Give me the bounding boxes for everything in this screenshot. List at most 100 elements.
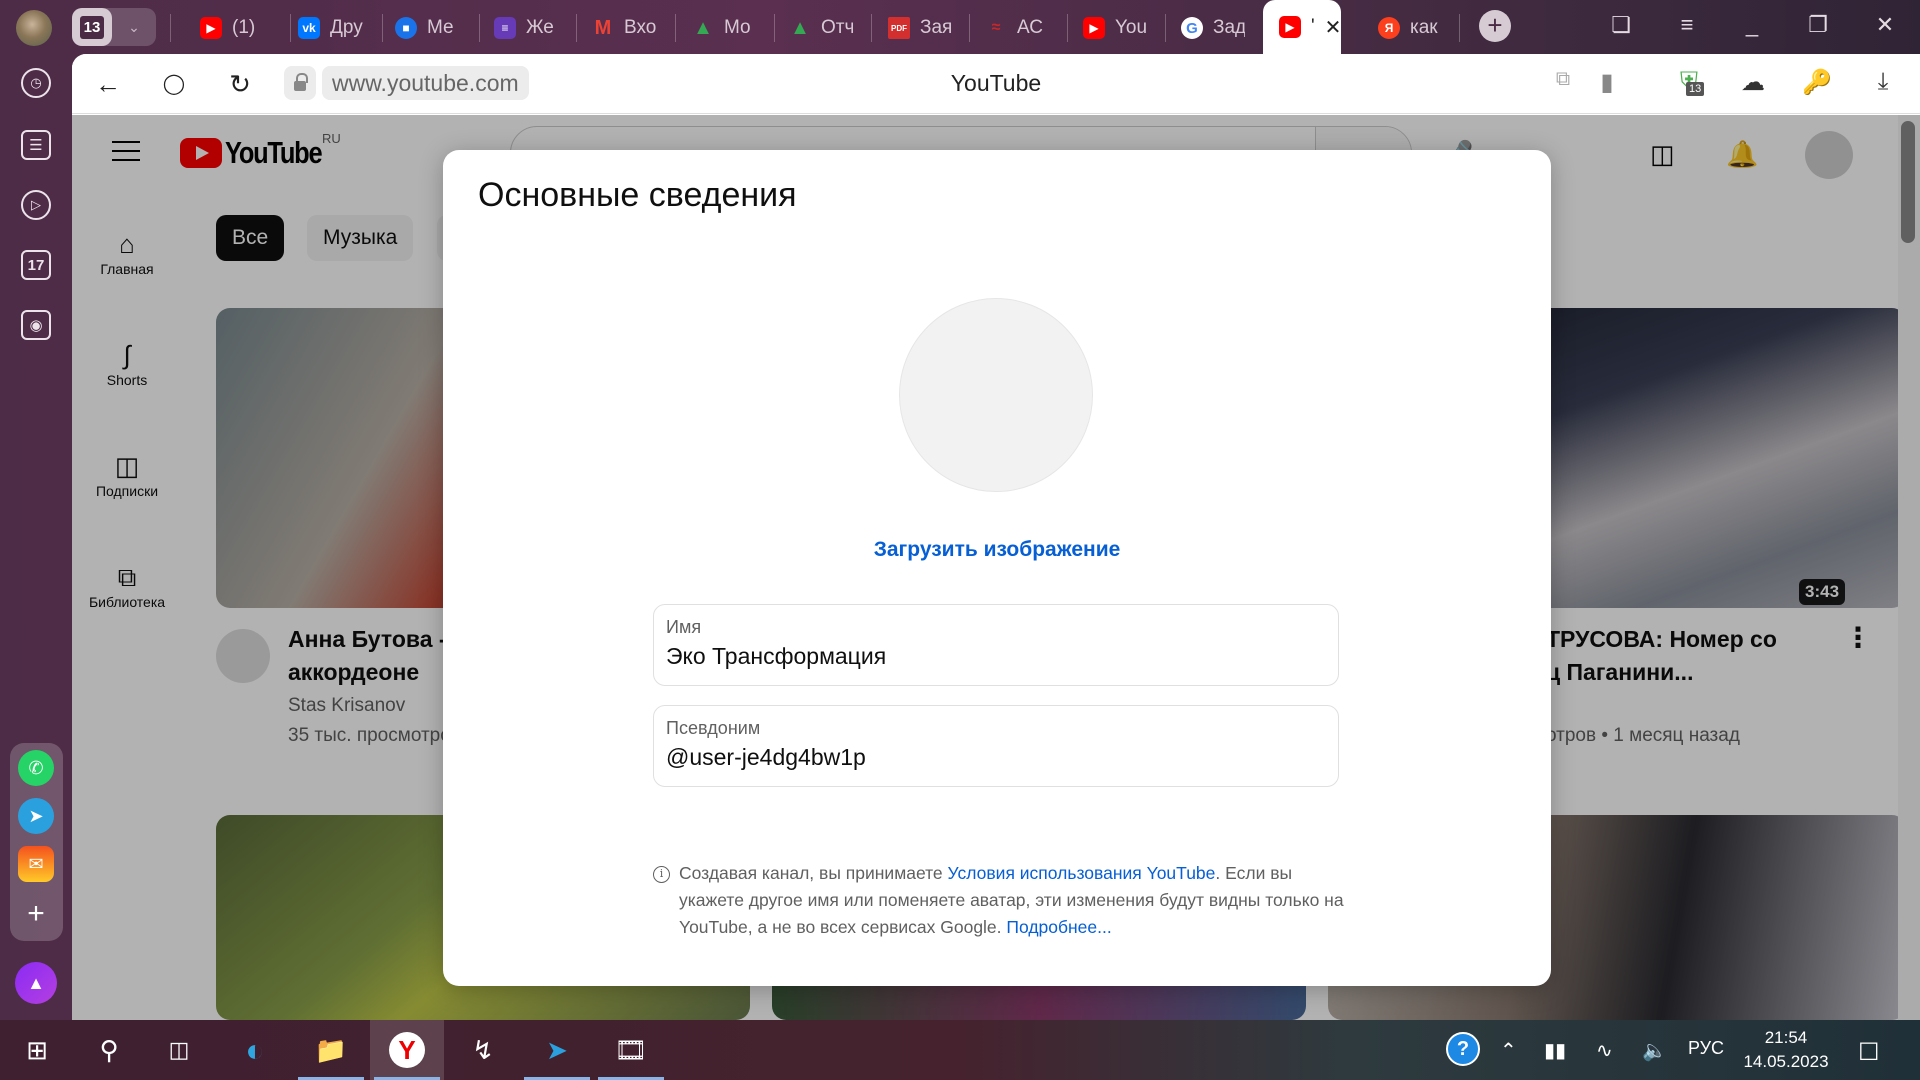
downloads-icon[interactable]: ⤓ — [1866, 68, 1900, 96]
protect-shield-icon[interactable]: ⛨13 — [1672, 68, 1706, 96]
close-tab-icon[interactable]: ✕ — [1325, 15, 1341, 40]
name-field[interactable]: Имя — [653, 604, 1339, 686]
back-button[interactable]: ← — [92, 68, 124, 100]
browser-sidebar: ◷ ☰ ▷ 17 ◉ ✆ ➤ ✉ + ▲ ••• — [0, 54, 72, 1044]
clock-date: 14.05.2023 — [1743, 1052, 1829, 1071]
tab-label: You — [1115, 17, 1147, 38]
cloud-download-icon[interactable]: ☁ — [1736, 68, 1770, 97]
yandex-browser-taskbar-icon[interactable]: Y — [370, 1020, 444, 1080]
channel-setup-dialog: Основные сведения Загрузить изображение … — [443, 150, 1551, 986]
whatsapp-icon[interactable]: ✆ — [18, 750, 54, 786]
terms-text: Создавая канал, вы принимаете — [679, 863, 948, 883]
close-window-button[interactable]: ✕ — [1870, 12, 1900, 38]
browser-window: ← ◯ ↻ www.youtube.com YouTube ⧉ ▮ ⛨13 ☁ … — [72, 54, 1920, 1020]
screenshot-icon[interactable]: ◉ — [21, 310, 51, 340]
wifi-icon[interactable]: ∿ — [1596, 1038, 1613, 1063]
tab-forms[interactable]: ≡ Же — [494, 10, 558, 46]
forms-icon: ≡ — [494, 17, 516, 39]
youtube-icon: ▶ — [1279, 16, 1301, 38]
tab-gmail[interactable]: M Вхо — [592, 10, 658, 46]
tab-youtube-1[interactable]: ▶ (1) — [200, 10, 290, 46]
tab-label: АС — [1017, 17, 1043, 38]
start-button[interactable]: ⊞ — [0, 1020, 74, 1080]
calendar-icon[interactable]: 17 — [21, 250, 51, 280]
edge-icon[interactable]: ◐ — [218, 1020, 292, 1080]
tab-separator — [576, 14, 577, 42]
tab-count: 13 — [79, 15, 105, 39]
tab-google[interactable]: G Зад — [1181, 10, 1245, 46]
url-field[interactable]: www.youtube.com — [322, 66, 529, 100]
vk-icon: vk — [298, 17, 320, 39]
tab-label: Мо — [724, 17, 751, 38]
upload-image-button[interactable]: Загрузить изображение — [443, 538, 1551, 562]
youtube-icon: ▶ — [200, 17, 222, 39]
tab-separator — [290, 14, 291, 42]
name-label: Имя — [666, 617, 702, 637]
tab-pdf[interactable]: PDF Зая — [888, 10, 952, 46]
profile-avatar[interactable] — [16, 10, 52, 46]
learn-more-link[interactable]: Подробнее... — [1006, 917, 1111, 937]
google-drive-icon: ▲ — [693, 16, 713, 39]
password-manager-icon[interactable]: 🔑 — [1800, 68, 1834, 97]
clock[interactable]: 21:54 14.05.2023 — [1742, 1026, 1830, 1074]
tab-drive-1[interactable]: ▲ Мо — [692, 10, 756, 46]
tab-vk[interactable]: vk Дру — [298, 10, 364, 46]
tab-yandex[interactable]: Я как — [1378, 10, 1448, 46]
handle-field[interactable]: Псевдоним — [653, 705, 1339, 787]
app-lightning-icon[interactable]: ↯ — [446, 1020, 520, 1080]
video-editor-icon[interactable]: 🎞 — [594, 1020, 668, 1080]
handle-label: Псевдоним — [666, 718, 761, 738]
video-play-icon[interactable]: ▷ — [21, 190, 51, 220]
show-hidden-icons-chevron[interactable]: ⌃ — [1500, 1038, 1517, 1063]
bookmark-icon[interactable]: ▮ — [1590, 68, 1624, 97]
language-indicator[interactable]: РУС — [1688, 1038, 1724, 1059]
tab-youtube-active[interactable]: ▶ ' ✕ — [1263, 0, 1341, 54]
chevron-down-icon[interactable]: ⌄ — [112, 19, 156, 36]
file-explorer-icon[interactable]: 📁 — [294, 1020, 368, 1080]
tab-label: Вхо — [624, 17, 657, 38]
tab-youtube-2[interactable]: ▶ You — [1083, 10, 1147, 46]
tab-label: Зад — [1213, 17, 1245, 38]
handle-input[interactable] — [666, 744, 1326, 771]
help-icon[interactable]: ? — [1446, 1032, 1480, 1066]
tab-counter-button[interactable]: 13 ⌄ — [72, 8, 156, 46]
search-icon[interactable]: ⚲ — [72, 1020, 146, 1080]
add-app-icon[interactable]: + — [18, 896, 54, 932]
task-view-icon[interactable]: ◫ — [142, 1020, 216, 1080]
reload-button[interactable]: ↻ — [224, 68, 256, 100]
terms-of-service-link[interactable]: Условия использования YouTube — [948, 863, 1216, 883]
clock-time: 21:54 — [1764, 1028, 1808, 1047]
gmail-icon: M — [594, 16, 612, 39]
yandex-home-button[interactable]: ◯ — [158, 68, 190, 100]
tab-label: Дру — [330, 17, 363, 38]
minimize-button[interactable]: _ — [1737, 12, 1767, 38]
messenger-icon: ■ — [395, 17, 417, 39]
bookmarks-collections-icon[interactable]: ❏ — [1606, 12, 1636, 38]
maximize-button[interactable]: ❐ — [1803, 12, 1833, 38]
telegram-taskbar-icon[interactable]: ➤ — [520, 1020, 594, 1080]
alice-assistant-icon[interactable]: ▲ — [15, 962, 57, 1004]
tab-label: Зая — [920, 17, 952, 38]
menu-icon[interactable]: ≡ — [1672, 12, 1702, 38]
mail-icon[interactable]: ✉ — [18, 846, 54, 882]
tab-label: Отч — [821, 17, 853, 38]
tab-separator — [774, 14, 775, 42]
lock-icon[interactable] — [284, 66, 316, 100]
notifications-icon[interactable]: ☐ — [1858, 1038, 1880, 1067]
tab-messenger[interactable]: ■ Ме — [395, 10, 461, 46]
tab-drive-2[interactable]: ▲ Отч — [789, 10, 853, 46]
tab-fsr[interactable]: ≈ АС — [985, 10, 1049, 46]
tab-label: как — [1410, 17, 1438, 38]
history-icon[interactable]: ◷ — [21, 68, 51, 98]
volume-icon[interactable]: 🔈 — [1642, 1038, 1667, 1063]
battery-icon[interactable]: ▮▮ — [1544, 1038, 1566, 1063]
tab-separator — [1165, 14, 1166, 42]
collections-icon[interactable]: ☰ — [21, 130, 51, 160]
tab-bar: 13 ⌄ ▶ (1) vk Дру ■ Ме ≡ Же M Вхо ▲ Мо ▲… — [0, 0, 1920, 54]
pdf-icon: PDF — [888, 17, 910, 39]
channel-avatar-placeholder[interactable] — [899, 298, 1093, 492]
new-tab-button[interactable]: + — [1479, 10, 1511, 42]
add-to-collection-icon[interactable]: ⧉ — [1546, 68, 1580, 91]
name-input[interactable] — [666, 643, 1326, 670]
telegram-icon[interactable]: ➤ — [18, 798, 54, 834]
